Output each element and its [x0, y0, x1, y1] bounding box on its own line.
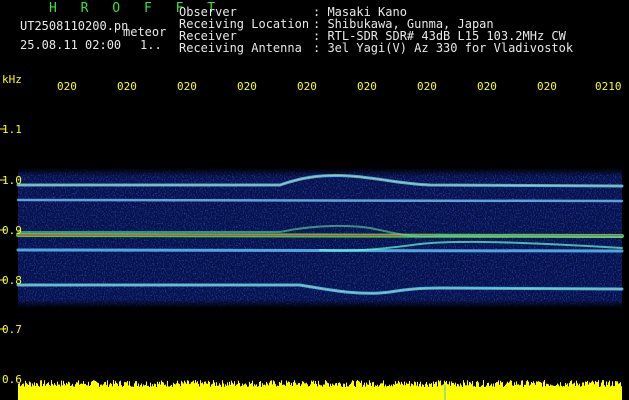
x-tick-label: 0210 — [595, 80, 622, 93]
antenna-label: Receiving Antenna — [179, 41, 302, 55]
y-tick-0-8: 0.8 — [2, 274, 22, 287]
y-tick-0-7: 0.7 — [2, 323, 22, 336]
y-tick-1-1: 1.1 — [2, 123, 22, 136]
antenna-value: : 3el Yagi(V) Az 330 for Vladivostok — [313, 41, 574, 55]
x-tick-label: 020 — [417, 80, 437, 93]
x-tick-label: 020 — [537, 80, 557, 93]
x-tick-label: 020 — [237, 80, 257, 93]
spectrogram-plot — [0, 128, 624, 400]
file-name: UT2508110200.pn — [20, 19, 129, 33]
datetime: 25.08.11 02:00 — [20, 38, 122, 52]
trace-0-96 — [16, 198, 624, 203]
y-axis-unit: kHz — [2, 73, 22, 86]
y-tick-1-0: 1.0 — [2, 174, 22, 187]
y-tick-0-9: 0.9 — [2, 224, 22, 237]
signal-level-bar — [18, 380, 622, 400]
y-tick-0-6: 0.6 — [2, 373, 22, 386]
x-tick-label: 020 — [477, 80, 497, 93]
x-tick-label: 020 — [177, 80, 197, 93]
x-tick-label: 020 — [57, 80, 77, 93]
x-tick-label: 020 — [357, 80, 377, 93]
counter: 1.. — [140, 38, 162, 52]
x-tick-label: 020 — [117, 80, 137, 93]
x-tick-label: 020 — [297, 80, 317, 93]
mode-label: meteor — [123, 25, 167, 39]
